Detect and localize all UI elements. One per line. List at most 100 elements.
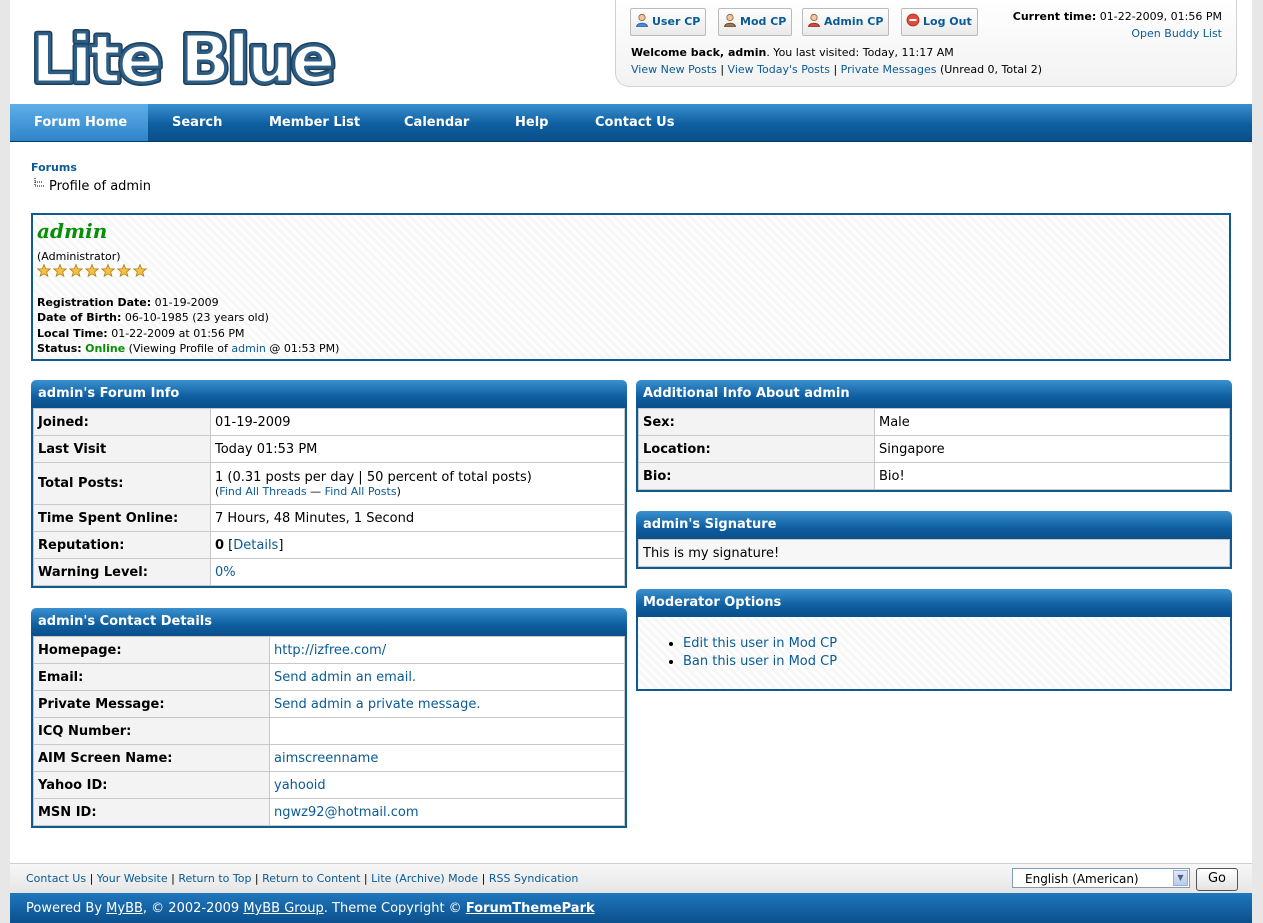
quick-links: View New Posts | View Today's Posts | Pr…: [631, 63, 1043, 76]
nav-calendar[interactable]: Calendar: [404, 104, 469, 141]
site-logo[interactable]: Lite Blue Lite Blue: [25, 10, 370, 96]
signature-text: This is my signature!: [638, 539, 1230, 567]
ban-user-modcp-link[interactable]: Ban this user in Mod CP: [683, 654, 837, 669]
nav-help[interactable]: Help: [515, 104, 548, 141]
location-label: Location:: [638, 435, 875, 463]
private-message-cell: Send admin a private message.: [269, 690, 625, 718]
star-icon: [84, 264, 100, 278]
copyright-text: Powered By MyBB, © 2002-2009 MyBB Group.…: [26, 901, 595, 916]
bio-value: Bio!: [874, 462, 1230, 490]
status-online: Online: [85, 342, 126, 355]
footer-your-website-link[interactable]: Your Website: [97, 872, 168, 885]
time-online-label: Time Spent Online:: [33, 504, 211, 532]
total-posts-value: 1 (0.31 posts per day | 50 percent of to…: [215, 469, 532, 485]
breadcrumb-forums-link[interactable]: Forums: [31, 161, 77, 174]
footer-return-to-top-link[interactable]: Return to Top: [178, 872, 251, 885]
status-user-link[interactable]: admin: [231, 342, 265, 355]
language-go-button[interactable]: Go: [1196, 868, 1238, 891]
breadcrumb-current-label: Profile of admin: [49, 179, 151, 194]
view-new-posts-link[interactable]: View New Posts: [631, 63, 717, 76]
moderator-options-title: Moderator Options: [636, 589, 1232, 617]
footer-return-to-content-link[interactable]: Return to Content: [262, 872, 360, 885]
theme-copyright-label: . Theme Copyright ©: [323, 901, 462, 916]
welcome-message: Welcome back, admin. You last visited: T…: [631, 46, 954, 59]
logout-button[interactable]: Log Out: [901, 8, 978, 36]
user-stars: [37, 264, 148, 278]
star-icon: [68, 264, 84, 278]
footer-contact-us-link[interactable]: Contact Us: [26, 872, 86, 885]
user-cp-button[interactable]: User CP: [630, 8, 707, 36]
yahoo-cell: yahooid: [269, 771, 625, 799]
footer-bar: Contact Us | Your Website | Return to To…: [10, 863, 1252, 893]
aim-link[interactable]: aimscreenname: [274, 751, 378, 766]
table-row: Bio: Bio!: [638, 462, 1230, 490]
mybb-group-link[interactable]: MyBB Group: [243, 901, 323, 916]
registration-date: Registration Date: 01-19-2009: [37, 296, 219, 309]
footer-links: Contact Us | Your Website | Return to To…: [26, 872, 579, 885]
welcome-bold: Welcome back, admin: [631, 46, 767, 59]
email-cell: Send admin an email.: [269, 663, 625, 691]
private-message-label: Private Message:: [33, 690, 270, 718]
total-posts-cell: 1 (0.31 posts per day | 50 percent of to…: [210, 462, 625, 505]
view-todays-posts-link[interactable]: View Today's Posts: [728, 63, 830, 76]
mod-cp-label: Mod CP: [740, 15, 787, 28]
admin-icon: [808, 13, 820, 27]
reputation-value: 0: [215, 537, 225, 553]
contact-details-title: admin's Contact Details: [31, 608, 627, 636]
msn-cell: ngwz92@hotmail.com: [269, 798, 625, 826]
edit-user-modcp-link[interactable]: Edit this user in Mod CP: [683, 636, 837, 651]
send-pm-link[interactable]: Send admin a private message.: [274, 697, 481, 712]
chevron-down-icon[interactable]: ▼: [1173, 870, 1188, 886]
status-pre: (Viewing Profile of: [128, 342, 228, 355]
main-nav: Forum Home Search Member List Calendar H…: [10, 104, 1252, 142]
additional-info-panel: Additional Info About admin Sex: Male Loc…: [636, 380, 1232, 492]
yahoo-link[interactable]: yahooid: [274, 778, 326, 793]
date-of-birth: Date of Birth: 06-10-1985 (23 years old): [37, 311, 269, 324]
local-time: Local Time: 01-22-2009 at 01:56 PM: [37, 327, 245, 340]
find-all-posts-link[interactable]: Find All Posts: [325, 485, 397, 498]
msn-link[interactable]: ngwz92@hotmail.com: [274, 805, 419, 820]
mybb-link[interactable]: MyBB: [106, 901, 143, 916]
local-time-value: 01-22-2009 at 01:56 PM: [111, 327, 245, 340]
star-icon: [37, 264, 52, 278]
contact-details-panel: admin's Contact Details Homepage: http://…: [31, 608, 627, 828]
table-row: Time Spent Online: 7 Hours, 48 Minutes, 1…: [33, 504, 625, 532]
footer-lite-mode-link[interactable]: Lite (Archive) Mode: [371, 872, 478, 885]
warning-level-link[interactable]: 0%: [215, 565, 236, 580]
sex-value: Male: [874, 408, 1230, 436]
signature-panel: admin's Signature This is my signature!: [636, 511, 1232, 569]
private-messages-link[interactable]: Private Messages: [841, 63, 937, 76]
powered-by-label: Powered By: [26, 901, 103, 916]
last-visit-value: Today 01:53 PM: [210, 435, 625, 463]
status-label: Status:: [37, 342, 82, 355]
send-email-link[interactable]: Send admin an email.: [274, 670, 416, 685]
signature-title: admin's Signature: [636, 511, 1232, 539]
language-select[interactable]: English (American) ▼: [1012, 868, 1190, 888]
table-row: AIM Screen Name: aimscreenname: [33, 744, 625, 772]
nav-member-list[interactable]: Member List: [269, 104, 360, 141]
reputation-details-link[interactable]: Details: [233, 538, 278, 553]
joined-value: 01-19-2009: [210, 408, 625, 436]
admin-cp-button[interactable]: Admin CP: [802, 8, 890, 36]
nav-contact-us[interactable]: Contact Us: [595, 104, 674, 141]
mod-cp-button[interactable]: Mod CP: [718, 8, 793, 36]
pm-counts: (Unread 0, Total 2): [939, 63, 1043, 76]
open-buddy-list-link[interactable]: Open Buddy List: [1131, 27, 1222, 40]
forumthemepark-link[interactable]: ForumThemePark: [466, 901, 595, 916]
homepage-link[interactable]: http://izfree.com/: [274, 643, 386, 658]
moderator-icon: [724, 13, 736, 27]
last-visit-label: Last Visit: [33, 435, 211, 463]
msn-label: MSN ID:: [33, 798, 270, 826]
nav-forum-home[interactable]: Forum Home: [10, 104, 148, 141]
nav-search[interactable]: Search: [172, 104, 222, 141]
footer-rss-link[interactable]: RSS Syndication: [489, 872, 578, 885]
star-icon: [100, 264, 116, 278]
warning-level-label: Warning Level:: [33, 558, 211, 586]
find-all-threads-link[interactable]: Find All Threads: [219, 485, 306, 498]
tree-branch-icon: [34, 178, 45, 187]
additional-info-table: Sex: Male Location: Singapore Bio: Bio!: [636, 408, 1232, 492]
local-time-label: Local Time:: [37, 327, 108, 340]
user-panel: User CP Mod CP Admin CP Log Out Current …: [615, 0, 1237, 87]
user-icon: [636, 13, 648, 27]
sex-label: Sex:: [638, 408, 875, 436]
